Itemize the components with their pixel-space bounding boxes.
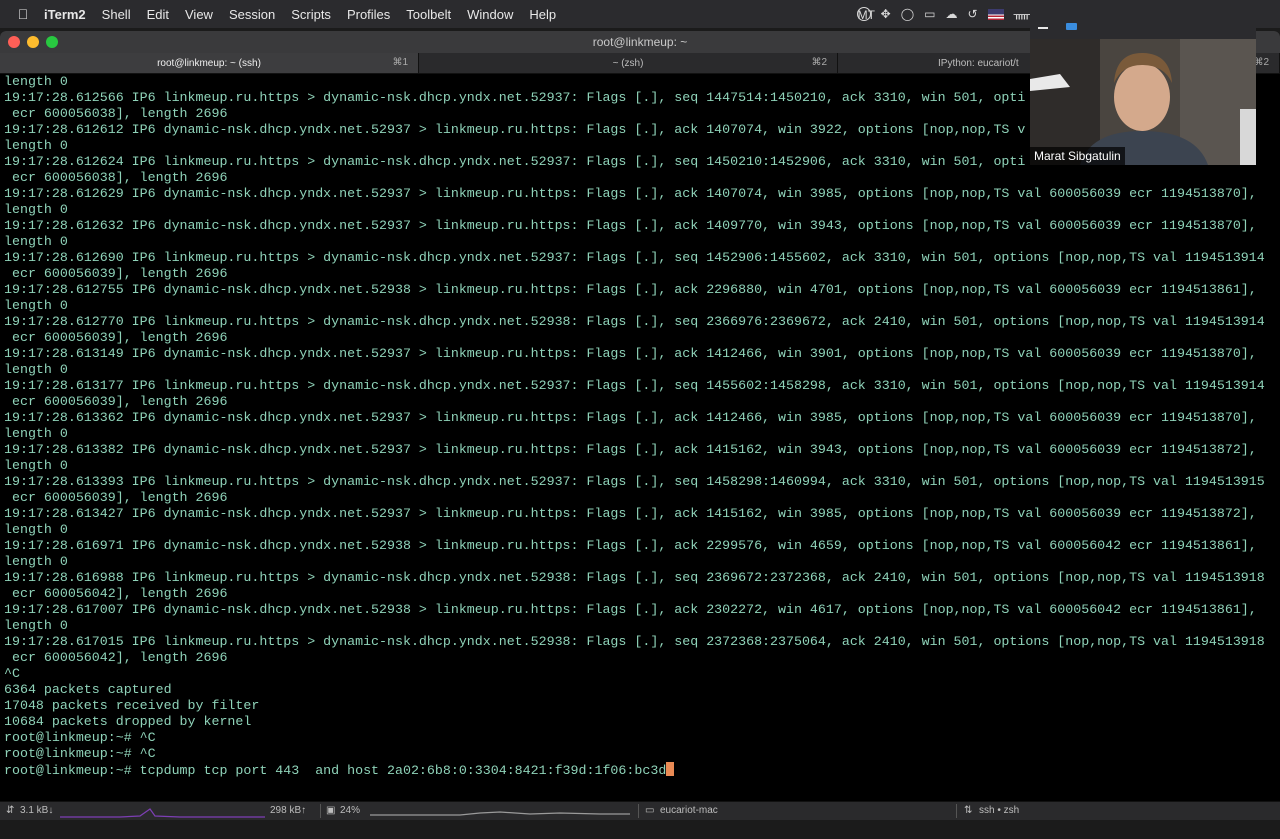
terminal-line: ecr 600056039], length 2696 xyxy=(4,394,228,409)
terminal-line: 19:17:28.613382 IP6 dynamic-nsk.dhcp.ynd… xyxy=(4,442,1257,457)
menu-toolbelt[interactable]: Toolbelt xyxy=(406,7,451,22)
terminal-line: length 0 xyxy=(4,458,68,473)
network-sparkline xyxy=(60,808,265,818)
tab-shortcut: ⌘2 xyxy=(811,57,827,68)
mt-badge-icon[interactable]: MT xyxy=(856,7,875,22)
terminal-line: root@linkmeup:~# ^C xyxy=(4,730,156,745)
time-machine-icon[interactable]: ↺ xyxy=(968,7,978,21)
window-icon[interactable] xyxy=(1066,23,1077,30)
minimize-button[interactable] xyxy=(27,36,39,48)
accessibility-icon[interactable]: ◯ xyxy=(901,7,914,21)
menu-view[interactable]: View xyxy=(185,7,213,22)
separator xyxy=(320,804,321,818)
computer-icon: ▭ xyxy=(645,805,655,816)
terminal-line: 19:17:28.613362 IP6 dynamic-nsk.dhcp.ynd… xyxy=(4,410,1257,425)
close-button[interactable] xyxy=(8,36,20,48)
bluetooth-icon[interactable]: ᚅ xyxy=(1014,7,1030,21)
tab-zsh[interactable]: ~ (zsh) ⌘2 xyxy=(419,53,838,73)
terminal-line: length 0 xyxy=(4,202,68,217)
text-cursor xyxy=(666,762,675,776)
terminal-line: 19:17:28.617007 IP6 dynamic-nsk.dhcp.ynd… xyxy=(4,602,1257,617)
terminal-line: 19:17:28.613427 IP6 dynamic-nsk.dhcp.ynd… xyxy=(4,506,1257,521)
terminal-line: 19:17:28.613393 IP6 linkmeup.ru.https > … xyxy=(4,474,1265,489)
terminal-prompt-line[interactable]: root@linkmeup:~# tcpdump tcp port 443 an… xyxy=(4,762,675,778)
webcam-overlay[interactable]: Marat Sibgatulin xyxy=(1030,11,1256,165)
terminal-line: ecr 600056039], length 2696 xyxy=(4,330,228,345)
terminal-line: ecr 600056039], length 2696 xyxy=(4,490,228,505)
menu-session[interactable]: Session xyxy=(229,7,275,22)
webcam-toolbar xyxy=(1030,11,1256,39)
separator xyxy=(638,804,639,818)
terminal-lines: length 0 19:17:28.612566 IP6 linkmeup.ru.… xyxy=(4,74,1265,762)
cpu-value: 24% xyxy=(340,805,361,816)
terminal-line: ecr 600056038], length 2696 xyxy=(4,170,228,185)
menu-shell[interactable]: Shell xyxy=(102,7,131,22)
net-down-value: 3.1 kB↓ xyxy=(20,805,54,816)
participant-name: Marat Sibgatulin xyxy=(1030,147,1125,165)
terminal-line: 19:17:28.613149 IP6 dynamic-nsk.dhcp.ynd… xyxy=(4,346,1257,361)
terminal-line: length 0 xyxy=(4,618,68,633)
terminal-line: 19:17:28.613177 IP6 linkmeup.ru.https > … xyxy=(4,378,1265,393)
terminal-line: 19:17:28.612690 IP6 linkmeup.ru.https > … xyxy=(4,250,1265,265)
terminal-line: ecr 600056039], length 2696 xyxy=(4,266,228,281)
terminal-line: 10684 packets dropped by kernel xyxy=(4,714,252,729)
status-bar: ⇵ 3.1 kB↓ 298 kB↑ ▣ 24% ▭ eucariot-mac ⇅… xyxy=(0,801,1280,820)
menu-window[interactable]: Window xyxy=(467,7,513,22)
terminal-line: 6364 packets captured xyxy=(4,682,172,697)
terminal-line: 19:17:28.612770 IP6 linkmeup.ru.https > … xyxy=(4,314,1265,329)
terminal-line: length 0 xyxy=(4,426,68,441)
terminal-line: length 0 xyxy=(4,362,68,377)
minimize-icon[interactable] xyxy=(1038,27,1048,29)
session-jobs: ssh • zsh xyxy=(979,805,1020,816)
cpu-icon: ▣ xyxy=(326,805,336,816)
menu-help[interactable]: Help xyxy=(529,7,556,22)
webcam-video: Marat Sibgatulin xyxy=(1030,39,1256,165)
us-flag-icon[interactable] xyxy=(987,8,1004,20)
apple-menu-icon[interactable]:  xyxy=(12,6,34,22)
terminal-line: ^C xyxy=(4,666,20,681)
menubar-status-area: MT ✥ ◯ ▭ ☁ ↺ ᚅ xyxy=(856,0,1030,28)
terminal-output[interactable]: length 0 19:17:28.612566 IP6 linkmeup.ru.… xyxy=(0,74,1280,804)
menu-profiles[interactable]: Profiles xyxy=(347,7,390,22)
terminal-line: 19:17:28.612632 IP6 dynamic-nsk.dhcp.ynd… xyxy=(4,218,1257,233)
terminal-line: 19:17:28.612629 IP6 dynamic-nsk.dhcp.ynd… xyxy=(4,186,1257,201)
display-icon[interactable]: ▭ xyxy=(924,7,935,21)
menu-edit[interactable]: Edit xyxy=(147,7,169,22)
menu-scripts[interactable]: Scripts xyxy=(291,7,331,22)
zoom-button[interactable] xyxy=(46,36,58,48)
separator xyxy=(956,804,957,818)
cpu-sparkline xyxy=(370,811,630,816)
jobs-icon: ⇅ xyxy=(964,805,973,816)
tab-label: ~ (zsh) xyxy=(612,57,644,69)
terminal-line: 19:17:28.612755 IP6 dynamic-nsk.dhcp.ynd… xyxy=(4,282,1257,297)
terminal-line: length 0 xyxy=(4,234,68,249)
terminal-line: length 0 xyxy=(4,298,68,313)
terminal-line: 19:17:28.617015 IP6 linkmeup.ru.https > … xyxy=(4,634,1265,649)
tab-label: root@linkmeup: ~ (ssh) xyxy=(157,57,261,69)
hostname: eucariot-mac xyxy=(660,805,718,816)
tab-shortcut: ⌘1 xyxy=(392,57,408,68)
menu-app-name[interactable]: iTerm2 xyxy=(44,7,86,22)
net-up-value: 298 kB↑ xyxy=(270,805,307,816)
move-icon[interactable]: ✥ xyxy=(881,7,891,21)
terminal-line: length 0 xyxy=(4,554,68,569)
window-title: root@linkmeup: ~ xyxy=(592,35,688,49)
terminal-line: 19:17:28.616971 IP6 dynamic-nsk.dhcp.ynd… xyxy=(4,538,1257,553)
tab-label: IPython: eucariot/t xyxy=(938,57,1019,69)
prompt-command: root@linkmeup:~# tcpdump tcp port 443 an… xyxy=(4,763,667,778)
terminal-line: length 0 xyxy=(4,522,68,537)
tab-ssh[interactable]: root@linkmeup: ~ (ssh) ⌘1 xyxy=(0,53,419,73)
terminal-line: root@linkmeup:~# ^C xyxy=(4,746,156,761)
terminal-line: 19:17:28.616988 IP6 linkmeup.ru.https > … xyxy=(4,570,1265,585)
cloud-icon[interactable]: ☁ xyxy=(946,7,958,21)
terminal-line: ecr 600056042], length 2696 xyxy=(4,650,228,665)
network-icon: ⇵ xyxy=(6,805,15,816)
terminal-line: 17048 packets received by filter xyxy=(4,698,260,713)
terminal-line: ecr 600056042], length 2696 xyxy=(4,586,228,601)
